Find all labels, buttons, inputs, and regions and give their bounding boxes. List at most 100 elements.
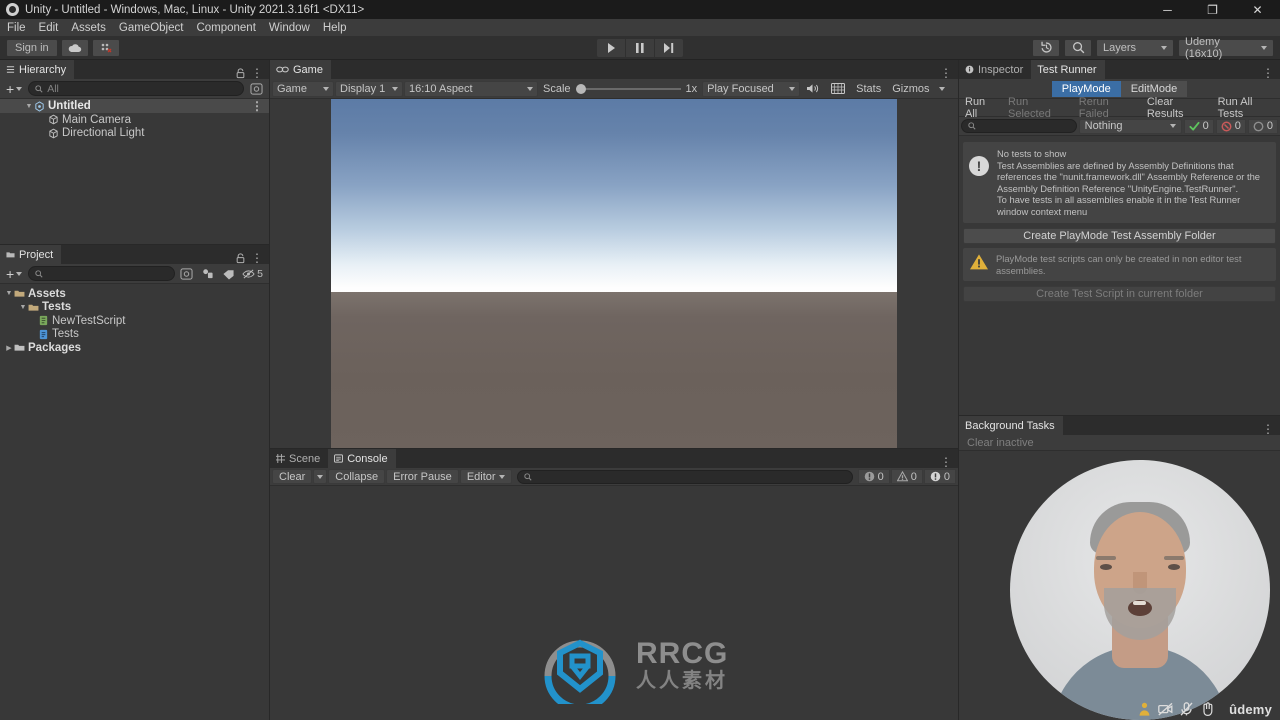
scene-menu-icon[interactable]: ⋮ xyxy=(251,100,263,112)
gizmos-button[interactable]: Gizmos xyxy=(887,81,934,97)
project-row-tests-asmdef[interactable]: Tests xyxy=(0,328,269,342)
hierarchy-add-button[interactable]: + xyxy=(2,82,26,96)
menu-item-edit[interactable]: Edit xyxy=(39,22,59,34)
hidden-packages-icon[interactable] xyxy=(242,268,255,280)
failed-count[interactable]: 0 xyxy=(1215,118,1246,134)
tab-background-tasks[interactable]: Background Tasks xyxy=(959,416,1063,435)
scene-icon xyxy=(276,454,285,463)
hierarchy-menu-icon[interactable]: ⋮ xyxy=(251,67,263,79)
run-all-tests-button[interactable]: Run All Tests xyxy=(1212,96,1280,120)
console-error-count[interactable]: 0 xyxy=(923,469,956,484)
aspect-dropdown[interactable]: 16:10 Aspect xyxy=(404,80,538,97)
game-view-label: Game xyxy=(277,82,307,95)
stats-button[interactable]: Stats xyxy=(851,81,886,97)
menu-item-gameobject[interactable]: GameObject xyxy=(119,22,184,34)
tab-hierarchy[interactable]: Hierarchy xyxy=(0,60,75,79)
project-row-newtestscript[interactable]: NewTestScript xyxy=(0,314,269,328)
filter-by-type-icon[interactable] xyxy=(201,268,214,280)
chevron-right-icon[interactable]: ▶ xyxy=(4,344,14,352)
maximize-button[interactable]: ❐ xyxy=(1190,0,1235,19)
game-menu-icon[interactable]: ⋮ xyxy=(940,67,952,79)
clear-results-button[interactable]: Clear Results xyxy=(1141,96,1212,120)
tab-editmode[interactable]: EditMode xyxy=(1120,80,1188,97)
passed-count[interactable]: 0 xyxy=(1183,118,1214,134)
project-menu-icon[interactable]: ⋮ xyxy=(251,252,263,264)
play-focused-dropdown[interactable]: Play Focused xyxy=(702,80,801,97)
project-add-button[interactable]: + xyxy=(2,267,26,281)
slider-knob[interactable] xyxy=(575,83,586,94)
menu-item-window[interactable]: Window xyxy=(269,22,310,34)
collapse-toggle[interactable]: Collapse xyxy=(328,469,386,484)
layers-dropdown[interactable]: Layers xyxy=(1096,38,1174,57)
test-filter-dropdown[interactable]: Nothing xyxy=(1078,118,1182,134)
lock-icon[interactable] xyxy=(236,252,245,264)
menu-item-help[interactable]: Help xyxy=(323,22,347,34)
scale-slider-group[interactable]: Scale 1x xyxy=(539,83,701,95)
filter-by-label-icon[interactable] xyxy=(222,268,235,280)
sign-in-button[interactable]: Sign in xyxy=(6,38,58,57)
pause-button[interactable] xyxy=(626,38,654,57)
menu-item-component[interactable]: Component xyxy=(196,22,255,34)
hierarchy-search-input[interactable]: All xyxy=(28,81,244,96)
chevron-down-icon[interactable]: ▼ xyxy=(24,103,34,110)
tab-playmode[interactable]: PlayMode xyxy=(1051,80,1121,97)
search-icon[interactable] xyxy=(1064,38,1092,57)
play-button[interactable] xyxy=(597,38,625,57)
tab-inspector[interactable]: Inspector xyxy=(959,60,1032,79)
gizmos-label: Gizmos xyxy=(892,82,930,95)
mute-audio-icon[interactable] xyxy=(801,81,825,97)
inspector-menu-icon[interactable]: ⋮ xyxy=(1262,67,1274,79)
gizmos-dropdown[interactable] xyxy=(936,81,948,97)
hierarchy-item-main-camera[interactable]: Main Camera xyxy=(0,113,269,127)
close-button[interactable]: ✕ xyxy=(1235,0,1280,19)
collab-icon[interactable] xyxy=(91,38,120,57)
menu-item-assets[interactable]: Assets xyxy=(71,22,106,34)
scale-slider[interactable] xyxy=(575,83,681,94)
project-row-assets[interactable]: ▼ Assets xyxy=(0,287,269,301)
frame-debug-icon[interactable] xyxy=(826,81,850,97)
chevron-down-icon[interactable]: ▼ xyxy=(4,290,14,297)
project-search-input[interactable] xyxy=(28,266,176,281)
step-button[interactable] xyxy=(655,38,683,57)
hierarchy-item-directional-light[interactable]: Directional Light xyxy=(0,127,269,141)
run-all-button[interactable]: Run All xyxy=(959,96,1002,120)
clear-inactive-button[interactable]: Clear inactive xyxy=(963,437,1038,449)
create-folder-label: Create PlayMode Test Assembly Folder xyxy=(1023,230,1216,242)
error-pause-toggle[interactable]: Error Pause xyxy=(386,469,459,484)
project-filter-icon[interactable] xyxy=(180,267,193,280)
console-search-input[interactable] xyxy=(516,469,853,484)
game-view-area[interactable] xyxy=(270,99,958,448)
tab-console[interactable]: Console xyxy=(328,449,396,468)
clear-dropdown[interactable] xyxy=(313,469,328,484)
project-row-tests-folder[interactable]: ▼ Tests xyxy=(0,301,269,315)
hierarchy-filter-icon[interactable] xyxy=(250,82,263,95)
console-warning-count[interactable]: 0 xyxy=(890,469,923,484)
layout-dropdown[interactable]: Udemy (16x10) xyxy=(1178,36,1274,60)
editor-dropdown[interactable]: Editor xyxy=(459,469,512,484)
game-render-canvas[interactable] xyxy=(331,99,897,448)
tab-project[interactable]: Project xyxy=(0,245,62,264)
test-search-input[interactable] xyxy=(961,119,1077,133)
console-menu-icon[interactable]: ⋮ xyxy=(940,456,952,468)
rrcg-logo-icon xyxy=(544,639,616,704)
display-dropdown[interactable]: Display 1 xyxy=(335,80,403,97)
undo-history-icon[interactable] xyxy=(1032,38,1060,57)
hierarchy-scene-row[interactable]: ▼ Untitled ⋮ xyxy=(0,99,269,113)
project-tabbar: Project ⋮ xyxy=(0,245,269,264)
project-row-packages[interactable]: ▶ Packages xyxy=(0,341,269,355)
background-tasks-menu-icon[interactable]: ⋮ xyxy=(1262,423,1274,435)
chevron-down-icon xyxy=(317,474,324,479)
minimize-button[interactable]: ─ xyxy=(1145,0,1190,19)
console-log-count[interactable]: 0 xyxy=(857,469,890,484)
tab-test-runner[interactable]: Test Runner xyxy=(1031,60,1105,79)
chevron-down-icon[interactable]: ▼ xyxy=(18,304,28,311)
create-playmode-folder-button[interactable]: Create PlayMode Test Assembly Folder xyxy=(963,228,1276,244)
game-view-dropdown[interactable]: Game xyxy=(272,80,334,97)
not-run-count[interactable]: 0 xyxy=(1247,118,1278,134)
cloud-icon[interactable] xyxy=(60,38,89,57)
lock-icon[interactable] xyxy=(236,67,245,79)
clear-button[interactable]: Clear xyxy=(272,469,313,484)
tab-scene[interactable]: Scene xyxy=(270,449,329,468)
tab-game[interactable]: Game xyxy=(270,60,331,79)
menu-item-file[interactable]: File xyxy=(7,22,26,34)
